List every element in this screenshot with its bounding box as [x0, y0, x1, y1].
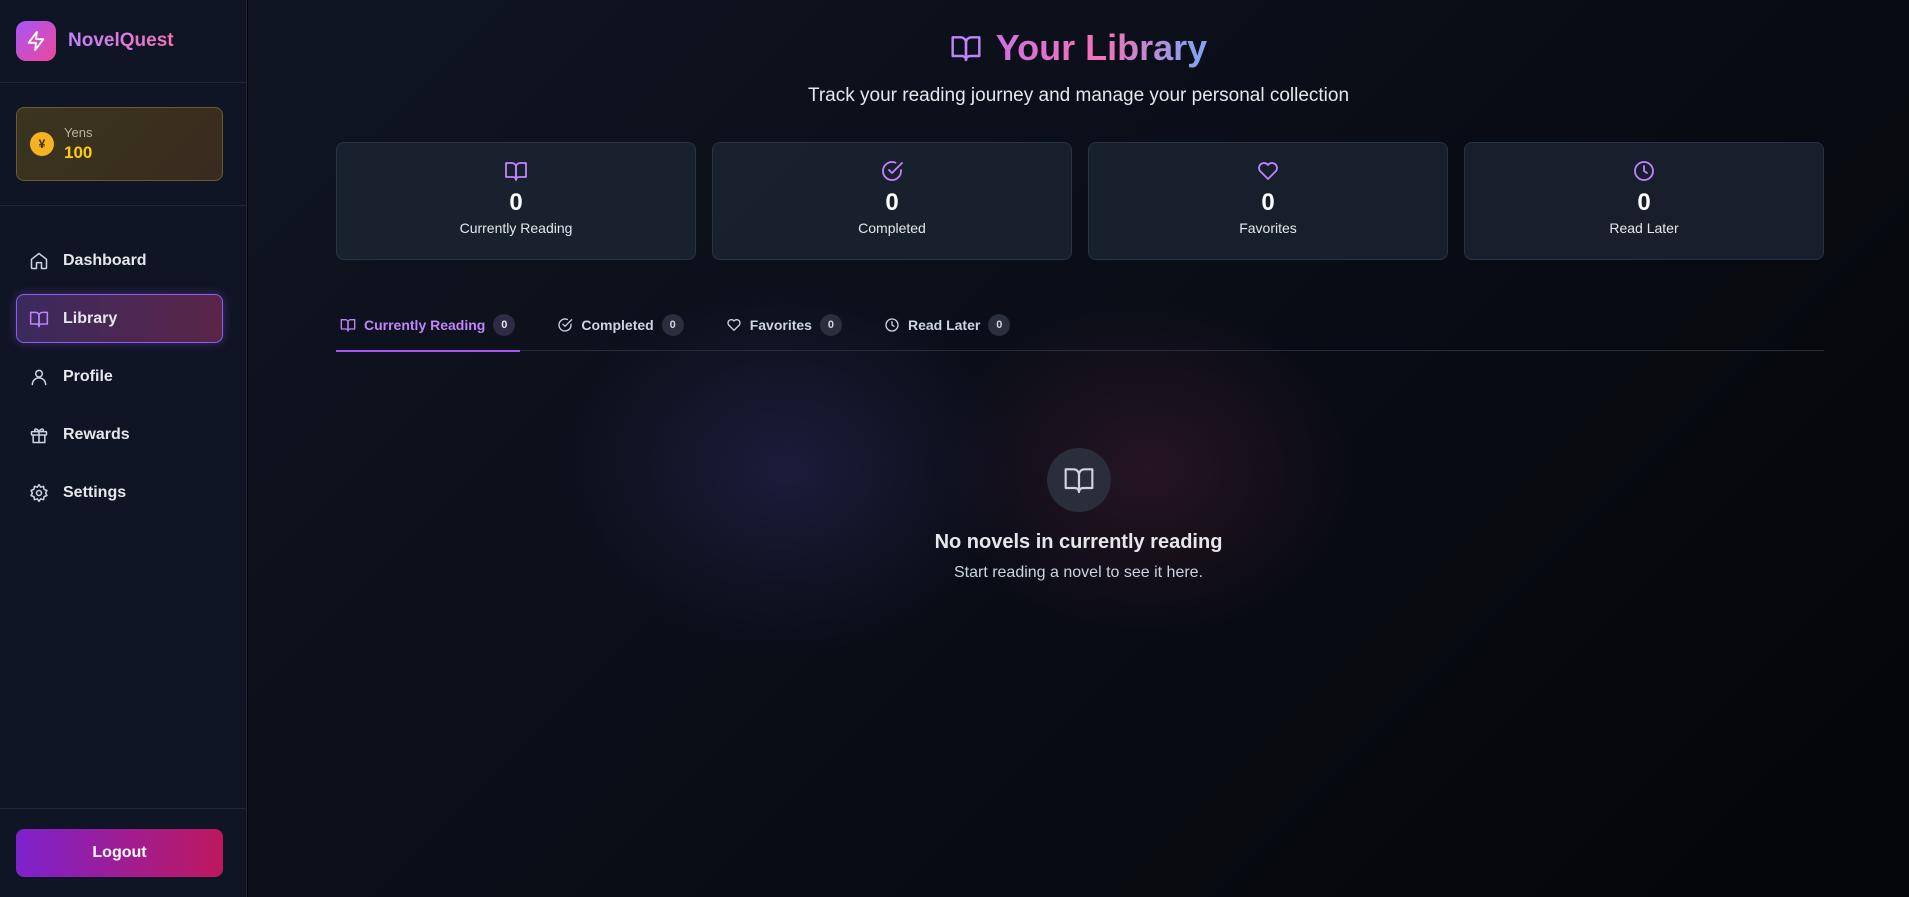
yens-balance-card: ¥ Yens 100 — [16, 107, 223, 181]
stat-value: 0 — [885, 189, 899, 216]
stat-label: Favorites — [1239, 220, 1297, 236]
stat-card-favorites: 0 Favorites — [1088, 142, 1448, 260]
check-circle-icon — [882, 161, 903, 181]
empty-state-title: No novels in currently reading — [934, 531, 1223, 553]
stat-label: Completed — [858, 220, 926, 236]
library-header: Your Library Track your reading journey … — [248, 0, 1909, 107]
tab-count-badge: 0 — [493, 313, 516, 336]
sidebar-item-label: Library — [63, 309, 118, 327]
heart-icon — [1258, 162, 1278, 180]
sidebar-item-settings[interactable]: Settings — [16, 468, 223, 517]
book-open-icon — [340, 318, 356, 332]
gear-icon — [30, 483, 48, 502]
yen-coin-icon: ¥ — [30, 132, 54, 156]
tab-label: Completed — [581, 316, 654, 333]
stat-value: 0 — [509, 189, 523, 216]
stat-label: Read Later — [1609, 220, 1679, 236]
sidebar-item-dashboard[interactable]: Dashboard — [16, 236, 223, 285]
stats-row: 0 Currently Reading 0 Completed 0 Favori… — [336, 142, 1824, 260]
yens-label: Yens — [64, 125, 93, 140]
sidebar-item-label: Rewards — [63, 425, 130, 443]
tab-count-badge: 0 — [661, 313, 684, 336]
library-tabs: Currently Reading 0 Completed 0 Favorite… — [336, 298, 1824, 352]
heart-icon — [727, 318, 741, 331]
stat-card-completed: 0 Completed — [712, 142, 1072, 260]
book-open-icon — [505, 162, 527, 181]
lightning-icon — [16, 21, 56, 61]
empty-state: No novels in currently reading Start rea… — [248, 448, 1909, 582]
stat-card-read-later: 0 Read Later — [1464, 142, 1824, 260]
tab-count-badge: 0 — [988, 313, 1011, 336]
stat-label: Currently Reading — [459, 220, 573, 236]
home-icon — [30, 252, 48, 269]
tab-label: Favorites — [749, 316, 812, 333]
book-open-icon — [1046, 448, 1111, 512]
page-title: Your Library — [995, 27, 1208, 68]
stat-value: 0 — [1261, 189, 1275, 216]
page-subtitle: Track your reading journey and manage yo… — [807, 85, 1350, 106]
tab-read-later[interactable]: Read Later 0 — [880, 298, 1015, 351]
book-open-icon — [29, 311, 49, 327]
tab-label: Currently Reading — [364, 316, 486, 333]
clock-icon — [1634, 161, 1654, 181]
check-circle-icon — [558, 317, 573, 332]
sidebar-item-profile[interactable]: Profile — [16, 352, 223, 401]
main-content: Your Library Track your reading journey … — [248, 0, 1909, 897]
tab-count-badge: 0 — [819, 313, 842, 336]
sidebar-item-label: Settings — [63, 483, 127, 501]
yens-value: 100 — [64, 143, 93, 162]
tab-favorites[interactable]: Favorites 0 — [722, 298, 847, 351]
user-icon — [31, 369, 47, 385]
empty-state-text: Start reading a novel to see it here. — [953, 564, 1204, 581]
sidebar-item-library[interactable]: Library — [16, 294, 223, 343]
stat-value: 0 — [1637, 189, 1651, 216]
stat-card-currently-reading: 0 Currently Reading — [336, 142, 696, 260]
sidebar-nav: Dashboard Library Profile Rewards Settin… — [0, 206, 246, 517]
logout-button[interactable]: Logout — [16, 829, 223, 877]
tab-completed[interactable]: Completed 0 — [553, 298, 688, 351]
sidebar-item-label: Dashboard — [63, 251, 147, 269]
sidebar: NovelQuest ¥ Yens 100 Dashboard Library — [0, 0, 247, 897]
sidebar-item-rewards[interactable]: Rewards — [16, 410, 223, 459]
tab-currently-reading[interactable]: Currently Reading 0 — [336, 298, 521, 352]
clock-icon — [885, 317, 899, 332]
book-open-icon — [951, 36, 981, 62]
brand[interactable]: NovelQuest — [0, 0, 246, 83]
tab-label: Read Later — [907, 316, 981, 333]
gift-icon — [30, 427, 48, 443]
app-name: NovelQuest — [68, 30, 174, 51]
sidebar-item-label: Profile — [63, 367, 113, 385]
